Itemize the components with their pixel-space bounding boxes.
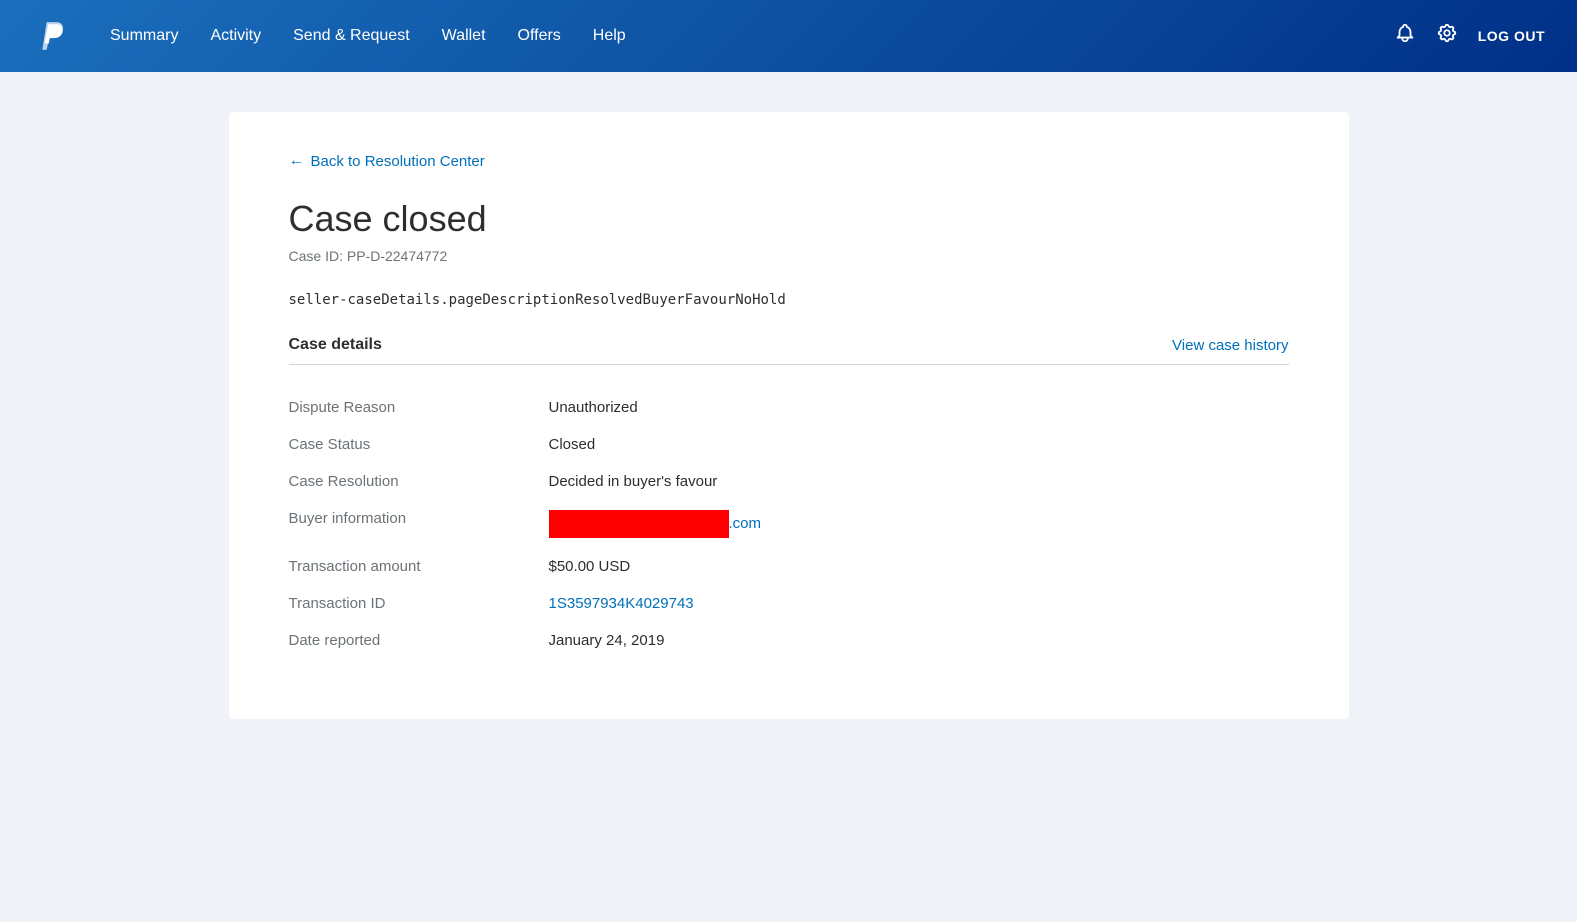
nav-item-wallet[interactable]: Wallet	[442, 27, 486, 45]
main-navigation: Summary Activity Send & Request Wallet O…	[0, 0, 1577, 72]
table-row: Case Resolution Decided in buyer's favou…	[289, 463, 1289, 500]
table-row: Case Status Closed	[289, 426, 1289, 463]
case-status-label: Case Status	[289, 426, 549, 463]
nav-links: Summary Activity Send & Request Wallet O…	[110, 27, 626, 45]
date-reported-value: January 24, 2019	[549, 622, 1289, 659]
bell-icon[interactable]	[1394, 22, 1416, 50]
gear-icon[interactable]	[1436, 22, 1458, 50]
table-row: Transaction ID 1S3597934K4029743	[289, 585, 1289, 622]
table-row: Date reported January 24, 2019	[289, 622, 1289, 659]
case-description: seller-caseDetails.pageDescriptionResolv…	[289, 292, 1289, 308]
buyer-information-label: Buyer information	[289, 500, 549, 548]
redacted-buyer-email	[549, 510, 729, 538]
transaction-amount-label: Transaction amount	[289, 548, 549, 585]
nav-item-send-request[interactable]: Send & Request	[293, 27, 410, 45]
case-details-table: Dispute Reason Unauthorized Case Status …	[289, 389, 1289, 659]
page-wrapper: ← Back to Resolution Center Case closed …	[69, 72, 1509, 759]
nav-right-actions: LOG OUT	[1394, 22, 1545, 50]
transaction-amount-value: $50.00 USD	[549, 548, 1289, 585]
case-resolution-label: Case Resolution	[289, 463, 549, 500]
case-id-label: Case ID:	[289, 248, 343, 264]
nav-item-offers[interactable]: Offers	[518, 27, 561, 45]
dispute-reason-value: Unauthorized	[549, 389, 1289, 426]
table-row: Transaction amount $50.00 USD	[289, 548, 1289, 585]
date-reported-label: Date reported	[289, 622, 549, 659]
nav-item-help[interactable]: Help	[593, 27, 626, 45]
logout-button[interactable]: LOG OUT	[1478, 28, 1545, 44]
back-to-resolution-center-link[interactable]: ← Back to Resolution Center	[289, 152, 1289, 170]
content-card: ← Back to Resolution Center Case closed …	[229, 112, 1349, 719]
back-arrow-icon: ←	[289, 152, 305, 170]
transaction-id-link[interactable]: 1S3597934K4029743	[549, 595, 694, 612]
buyer-information-value: .com	[549, 500, 1289, 548]
transaction-id-value: 1S3597934K4029743	[549, 585, 1289, 622]
case-title: Case closed	[289, 198, 1289, 240]
view-case-history-link[interactable]: View case history	[1172, 337, 1288, 354]
table-row: Buyer information .com	[289, 500, 1289, 548]
case-status-value: Closed	[549, 426, 1289, 463]
case-resolution-value: Decided in buyer's favour	[549, 463, 1289, 500]
case-details-section-title: Case details	[289, 336, 382, 354]
table-row: Dispute Reason Unauthorized	[289, 389, 1289, 426]
paypal-logo	[32, 15, 74, 57]
nav-item-activity[interactable]: Activity	[210, 27, 261, 45]
dispute-reason-label: Dispute Reason	[289, 389, 549, 426]
case-id-value: PP-D-22474772	[347, 248, 447, 264]
transaction-id-label: Transaction ID	[289, 585, 549, 622]
nav-item-summary[interactable]: Summary	[110, 27, 178, 45]
case-details-header: Case details View case history	[289, 336, 1289, 365]
buyer-email-suffix: .com	[729, 515, 762, 532]
back-link-label: Back to Resolution Center	[311, 153, 485, 170]
case-id: Case ID: PP-D-22474772	[289, 248, 1289, 264]
